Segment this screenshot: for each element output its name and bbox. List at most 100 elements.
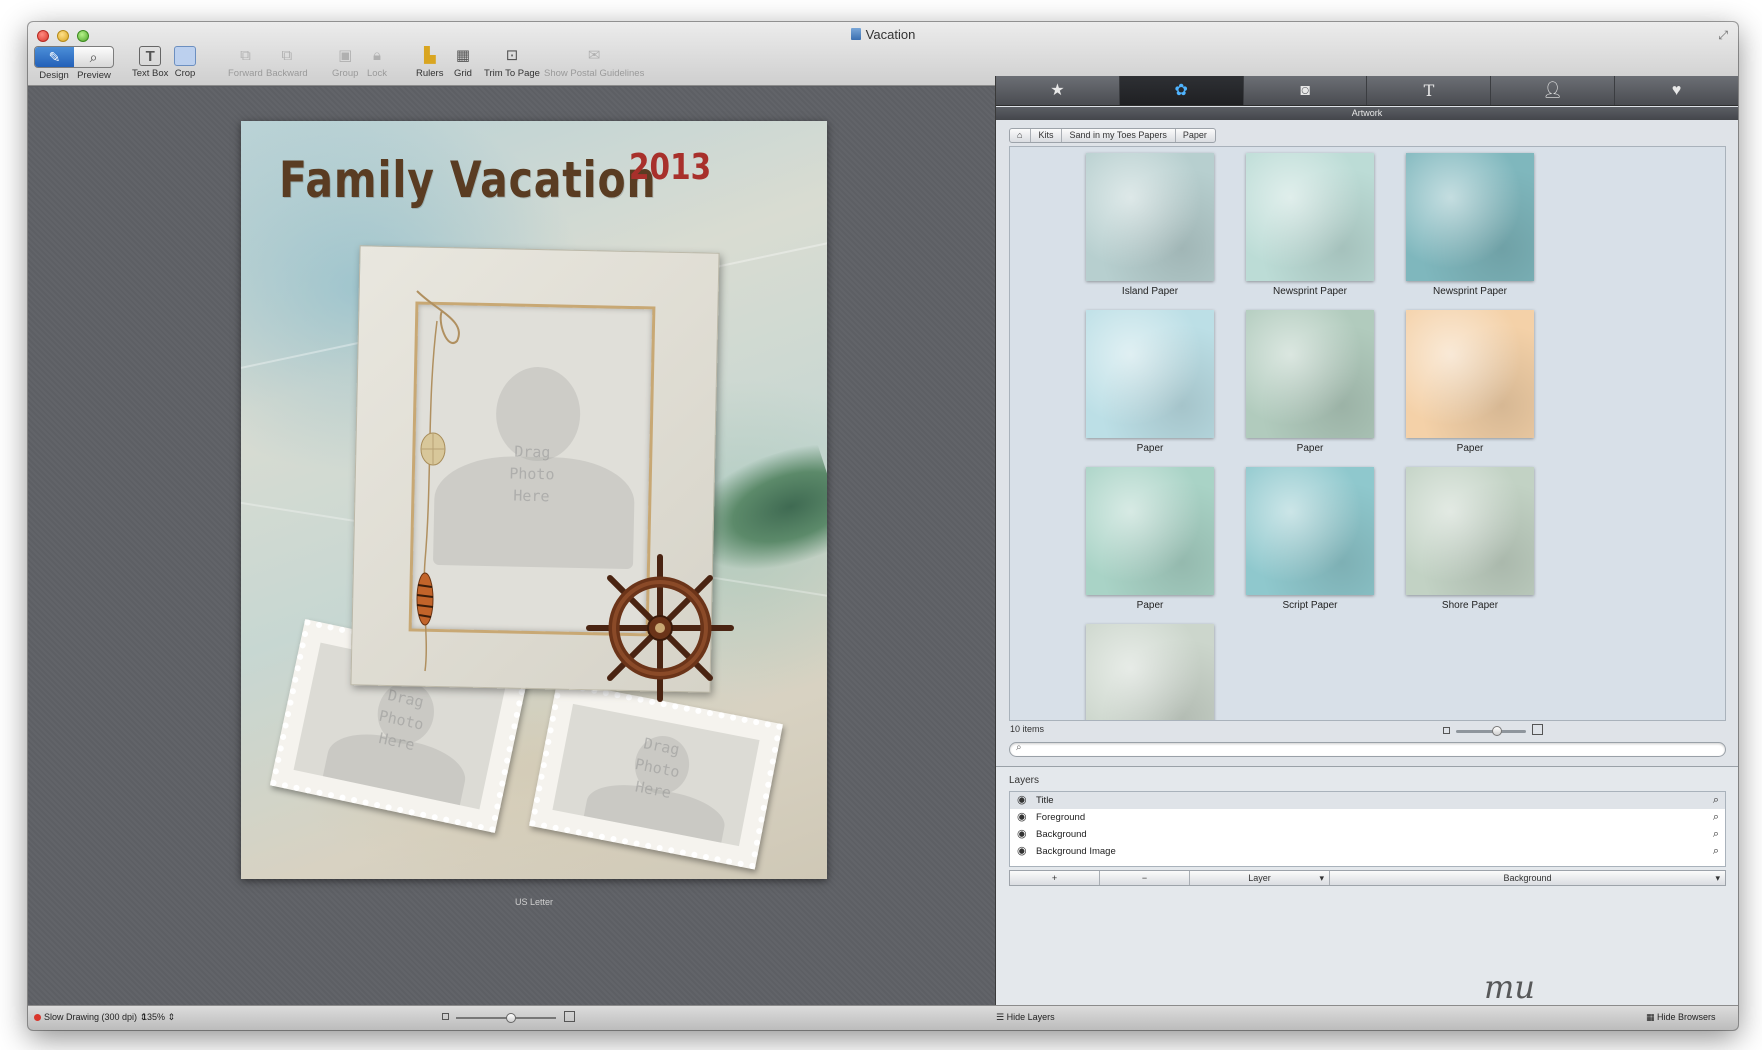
page-title-text[interactable]: Family Vacation	[279, 151, 657, 209]
artwork-thumbnail-image[interactable]	[1406, 467, 1534, 595]
chevron-down-icon: ▾	[1715, 873, 1720, 883]
artwork-thumbnail-image[interactable]	[1086, 310, 1214, 438]
artwork-thumbnail-image[interactable]	[1086, 153, 1214, 281]
magnifier-icon[interactable]: ⌕	[1713, 792, 1719, 809]
photo-placeholder[interactable]: Drag Photo Here	[552, 703, 760, 847]
remove-layer-button[interactable]: −	[1100, 871, 1190, 885]
breadcrumb-item[interactable]: Paper	[1176, 129, 1215, 142]
lock-button[interactable]: 🔒︎ Lock	[366, 46, 388, 79]
page-size-label: US Letter	[514, 897, 554, 907]
zoom-popup[interactable]: 135% ⇕	[142, 1012, 175, 1023]
ship-wheel-decoration[interactable]	[585, 553, 735, 703]
grid-label: Grid	[454, 68, 472, 79]
page-title-year[interactable]: 2013	[629, 147, 711, 188]
artwork-thumbnail-image[interactable]	[1406, 153, 1534, 281]
eye-icon[interactable]: ◉	[1017, 792, 1027, 809]
layer-row[interactable]: ◉ Title ⌕	[1010, 792, 1725, 809]
show-postal-guidelines-button[interactable]: ✉ Show Postal Guidelines	[544, 46, 644, 79]
show-postal-guidelines-label: Show Postal Guidelines	[544, 68, 645, 79]
tab-photos[interactable]: ◙	[1244, 76, 1368, 105]
items-count: 10 items	[1010, 724, 1045, 734]
search-input[interactable]	[1030, 743, 1710, 756]
large-thumb-icon[interactable]	[1532, 724, 1543, 735]
artwork-thumbnail[interactable]: Newsprint Paper	[1370, 153, 1570, 297]
preview-mode-button[interactable]: ⌕	[74, 47, 113, 67]
layer-row[interactable]: ◉ Background Image ⌕	[1010, 843, 1725, 860]
lock-label: Lock	[366, 68, 388, 79]
tab-favorites[interactable]: ★	[996, 76, 1120, 105]
hide-layers-label: Hide Layers	[1006, 1012, 1055, 1022]
zoom-out-icon[interactable]	[442, 1013, 449, 1020]
group-button[interactable]: ▣ Group	[332, 46, 358, 79]
breadcrumb-item[interactable]: Kits	[1031, 129, 1063, 142]
stamp-photo-frame-right[interactable]: Drag Photo Here	[528, 680, 784, 870]
browser-tabs: ★ ✿ ◙ T 👤︎ ♥	[996, 76, 1738, 106]
eye-icon[interactable]: ◉	[1017, 843, 1027, 860]
slider-knob[interactable]	[505, 1013, 516, 1023]
chevron-updown-icon: ⇕	[167, 1012, 176, 1022]
rulers-button[interactable]: ▙ Rulers	[416, 46, 443, 79]
thumbnail-size-slider[interactable]	[1456, 726, 1526, 736]
trim-to-page-button[interactable]: ⊡ Trim To Page	[484, 46, 540, 79]
artwork-thumbnail-image[interactable]	[1086, 624, 1214, 720]
design-page[interactable]: Family Vacation 2013 Drag Photo Here Dra…	[241, 121, 827, 879]
artwork-browser[interactable]: Island Paper Newsprint Paper Newsprint Pap…	[1009, 146, 1726, 721]
tab-loved[interactable]: ♥	[1615, 76, 1738, 105]
status-bar: Slow Drawing (300 dpi) ⇕ 135% ⇕ ☰ Hide L…	[28, 1005, 1738, 1030]
app-window: Vacation ⤢ ✎ ⌕ Design Preview T Text Box …	[28, 22, 1738, 1030]
eye-icon[interactable]: ◉	[1017, 826, 1027, 843]
slider-knob[interactable]	[1492, 726, 1502, 736]
layer-row[interactable]: ◉ Foreground ⌕	[1010, 809, 1725, 826]
search-field[interactable]: ⌕	[1009, 742, 1726, 757]
artwork-thumbnail-image[interactable]	[1246, 310, 1374, 438]
crop-icon	[174, 46, 196, 66]
breadcrumb: ⌂ Kits Sand in my Toes Papers Paper	[1009, 128, 1216, 143]
artwork-thumbnail-image[interactable]	[1246, 467, 1374, 595]
zoom-in-icon[interactable]	[564, 1011, 575, 1022]
window-title: Vacation	[28, 27, 1738, 42]
tab-text[interactable]: T	[1367, 76, 1492, 105]
layer-menu[interactable]: Layer ▾	[1190, 871, 1330, 885]
drawing-mode-label: Slow Drawing (300 dpi)	[44, 1012, 138, 1022]
magnifier-icon[interactable]: ⌕	[1713, 826, 1719, 843]
drawing-mode-popup[interactable]: Slow Drawing (300 dpi) ⇕	[34, 1012, 147, 1023]
crop-label: Crop	[174, 68, 196, 79]
twine-shell-decoration	[416, 290, 460, 672]
backward-button[interactable]: ⧉ Backward	[266, 46, 308, 79]
grid-button[interactable]: ▦ Grid	[452, 46, 474, 79]
tab-artwork[interactable]: ✿	[1119, 76, 1244, 105]
breadcrumb-item[interactable]: Sand in my Toes Papers	[1062, 129, 1176, 142]
artwork-thumbnail-image[interactable]	[1086, 467, 1214, 595]
magnifier-icon[interactable]: ⌕	[1713, 809, 1719, 826]
zoom-slider[interactable]	[456, 1013, 556, 1023]
forward-button[interactable]: ⧉ Forward	[228, 46, 263, 79]
star-icon: ★	[1050, 82, 1065, 99]
backward-label: Backward	[266, 68, 308, 79]
eye-icon[interactable]: ◉	[1017, 809, 1027, 826]
hide-layers-button[interactable]: ☰ Hide Layers	[996, 1012, 1055, 1023]
person-icon: 👤︎	[1542, 82, 1563, 99]
home-icon: ⌂	[1017, 130, 1023, 140]
canvas-area[interactable]: Family Vacation 2013 Drag Photo Here Dra…	[28, 87, 1128, 1005]
tab-people[interactable]: 👤︎	[1491, 76, 1616, 105]
artwork-thumbnail-image[interactable]	[1246, 153, 1374, 281]
artwork-thumbnail[interactable]: Paper	[1370, 310, 1570, 454]
design-mode-button[interactable]: ✎	[35, 47, 74, 67]
text-box-label: Text Box	[132, 68, 169, 79]
background-menu[interactable]: Background ▾	[1330, 871, 1725, 885]
hide-browsers-button[interactable]: ▦ Hide Browsers	[1646, 1012, 1716, 1023]
artwork-thumbnail-image[interactable]	[1406, 310, 1534, 438]
artwork-thumbnail[interactable]	[1050, 624, 1250, 720]
add-layer-button[interactable]: +	[1010, 871, 1100, 885]
small-thumb-icon[interactable]	[1443, 727, 1450, 734]
text-box-button[interactable]: T Text Box	[132, 46, 168, 79]
rulers-icon: ▙	[423, 47, 436, 64]
window-title-text: Vacation	[865, 27, 916, 42]
layer-list[interactable]: ◉ Title ⌕ ◉ Foreground ⌕ ◉ Background ⌕ ◉ Backgrou…	[1009, 791, 1726, 867]
layer-row[interactable]: ◉ Background ⌕	[1010, 826, 1725, 843]
crop-button[interactable]: Crop	[174, 46, 196, 79]
artwork-thumbnail[interactable]: Shore Paper	[1370, 467, 1570, 611]
magnifier-icon[interactable]: ⌕	[1713, 843, 1719, 860]
breadcrumb-home[interactable]: ⌂	[1010, 129, 1032, 142]
fullscreen-icon[interactable]: ⤢	[1718, 28, 1728, 43]
